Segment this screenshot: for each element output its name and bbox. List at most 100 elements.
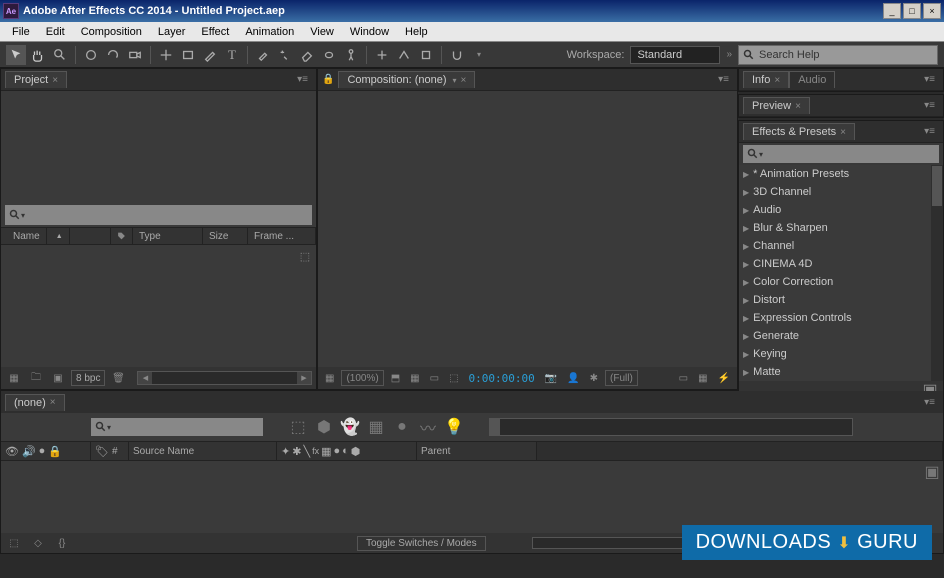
panel-menu-icon[interactable]: ▾≡ [920, 100, 939, 111]
resolution-half-icon[interactable]: ⬒ [388, 370, 403, 386]
lock-icon[interactable]: 🔒 [322, 74, 334, 85]
close-icon[interactable]: × [50, 397, 56, 408]
scrollbar-thumb[interactable] [932, 166, 942, 206]
resolution-dropdown[interactable]: (Full) [605, 370, 638, 386]
solo-icon[interactable]: ● [39, 445, 46, 457]
effects-presets-tab[interactable]: Effects & Presets× [743, 123, 855, 140]
always-preview-icon[interactable]: ▦ [322, 370, 337, 386]
pan-behind-tool-icon[interactable] [156, 45, 176, 65]
effect-category[interactable]: ▶Keying [739, 345, 943, 363]
effect-category[interactable]: ▶Color Correction [739, 273, 943, 291]
effect-category[interactable]: ▶Matte [739, 363, 943, 381]
timeline-search-input[interactable]: ▾ [91, 418, 263, 436]
world-axis-icon[interactable] [394, 45, 414, 65]
selection-tool-icon[interactable] [6, 45, 26, 65]
brainstorm-icon[interactable]: 💡 [445, 418, 463, 436]
project-scrollbar[interactable]: ◀ ▶ [137, 371, 312, 385]
project-item-list[interactable]: ⬚ [1, 245, 316, 367]
panel-menu-icon[interactable]: ▾≡ [714, 74, 733, 85]
show-channel-icon[interactable]: 👤 [564, 370, 582, 386]
local-axis-icon[interactable] [372, 45, 392, 65]
pixel-aspect-icon[interactable]: ▦ [695, 370, 710, 386]
menu-help[interactable]: Help [397, 24, 436, 40]
timeline-tracks-area[interactable]: ▣ [1, 461, 943, 533]
project-search-input[interactable]: ▾ [5, 205, 312, 225]
workspace-options-icon[interactable]: » [726, 49, 732, 60]
close-icon[interactable]: × [840, 127, 846, 138]
shy-icon[interactable]: 👻 [341, 418, 359, 436]
comp-mini-flowchart-icon[interactable]: ⬚ [289, 418, 307, 436]
frame-blend-icon[interactable]: ▦ [367, 418, 385, 436]
toggle-switches-modes-button[interactable]: Toggle Switches / Modes [357, 536, 486, 551]
toggle-switches-icon[interactable]: ◇ [29, 534, 47, 552]
pen-tool-icon[interactable] [200, 45, 220, 65]
effect-category[interactable]: ▶Channel [739, 237, 943, 255]
interpret-footage-icon[interactable]: ▦ [5, 369, 23, 387]
menu-view[interactable]: View [302, 24, 342, 40]
effect-category[interactable]: ▶CINEMA 4D [739, 255, 943, 273]
lock-icon[interactable]: 🔒 [48, 445, 62, 458]
menu-window[interactable]: Window [342, 24, 397, 40]
panel-menu-icon[interactable]: ▾≡ [920, 126, 939, 137]
effect-category[interactable]: ▶Generate [739, 327, 943, 345]
column-label[interactable] [111, 228, 133, 244]
scroll-left-icon[interactable]: ◀ [138, 372, 152, 384]
close-button[interactable]: × [923, 3, 941, 19]
eye-icon[interactable]: 👁 [5, 445, 19, 458]
rectangle-tool-icon[interactable] [178, 45, 198, 65]
menu-composition[interactable]: Composition [73, 24, 150, 40]
view-layout-icon[interactable]: ▭ [676, 370, 691, 386]
comp-marker-icon[interactable]: ▣ [923, 463, 941, 481]
effect-category[interactable]: ▶Expression Controls [739, 309, 943, 327]
view-axis-icon[interactable] [416, 45, 436, 65]
column-name[interactable]: Name▲ [1, 228, 111, 244]
close-icon[interactable]: × [461, 75, 467, 86]
parent-column-header[interactable]: Parent [417, 442, 537, 460]
snapshot-icon[interactable]: 📷 [542, 370, 560, 386]
chevron-down-icon[interactable]: ▾ [21, 211, 25, 220]
chevron-down-icon[interactable]: ▾ [759, 150, 763, 159]
column-size[interactable]: Size [203, 228, 248, 244]
menu-effect[interactable]: Effect [193, 24, 237, 40]
workspace-dropdown[interactable]: Standard [630, 46, 720, 64]
brush-tool-icon[interactable] [253, 45, 273, 65]
current-time[interactable]: 0:00:00:00 [466, 370, 538, 386]
hand-tool-icon[interactable] [28, 45, 48, 65]
expand-transform-icon[interactable]: ⬚ [5, 534, 23, 552]
effects-search-input[interactable]: ▾ [743, 145, 939, 163]
flowchart-icon[interactable]: ⬚ [296, 247, 314, 265]
chevron-down-icon[interactable]: ▾ [453, 76, 457, 85]
close-icon[interactable]: × [795, 101, 801, 112]
transparency-grid-icon[interactable]: ▦ [407, 370, 422, 386]
new-comp-icon[interactable]: ▣ [49, 369, 67, 387]
effect-category[interactable]: ▶Audio [739, 201, 943, 219]
composition-tab[interactable]: Composition: (none) ▾ × [338, 71, 475, 88]
clone-tool-icon[interactable] [275, 45, 295, 65]
menu-edit[interactable]: Edit [38, 24, 73, 40]
orbit-tool-icon[interactable] [81, 45, 101, 65]
effect-category[interactable]: ▶3D Channel [739, 183, 943, 201]
playhead[interactable] [490, 419, 500, 435]
roi-icon[interactable]: ⬚ [446, 370, 461, 386]
color-depth-button[interactable]: 8 bpc [71, 370, 105, 386]
speaker-icon[interactable]: 🔊 [22, 445, 36, 458]
motion-blur-icon[interactable]: ● [393, 418, 411, 436]
chevron-down-icon[interactable]: ▾ [107, 423, 111, 432]
zoom-tool-icon[interactable] [50, 45, 70, 65]
minimize-button[interactable]: _ [883, 3, 901, 19]
composition-viewer[interactable] [318, 91, 737, 367]
menu-file[interactable]: File [4, 24, 38, 40]
text-tool-icon[interactable]: T [222, 45, 242, 65]
graph-editor-icon[interactable]: 〰 [419, 418, 437, 436]
draft-3d-icon[interactable]: ⬢ [315, 418, 333, 436]
effects-scrollbar[interactable] [931, 165, 943, 381]
source-name-header[interactable]: Source Name [129, 442, 277, 460]
panel-menu-icon[interactable]: ▾≡ [920, 74, 939, 85]
delete-icon[interactable]: 🗑 [109, 369, 127, 387]
puppet-tool-icon[interactable] [341, 45, 361, 65]
effect-category[interactable]: ▶Blur & Sharpen [739, 219, 943, 237]
snapping-icon[interactable] [447, 45, 467, 65]
effect-category[interactable]: ▶Distort [739, 291, 943, 309]
rotate-tool-icon[interactable] [103, 45, 123, 65]
menu-layer[interactable]: Layer [150, 24, 194, 40]
